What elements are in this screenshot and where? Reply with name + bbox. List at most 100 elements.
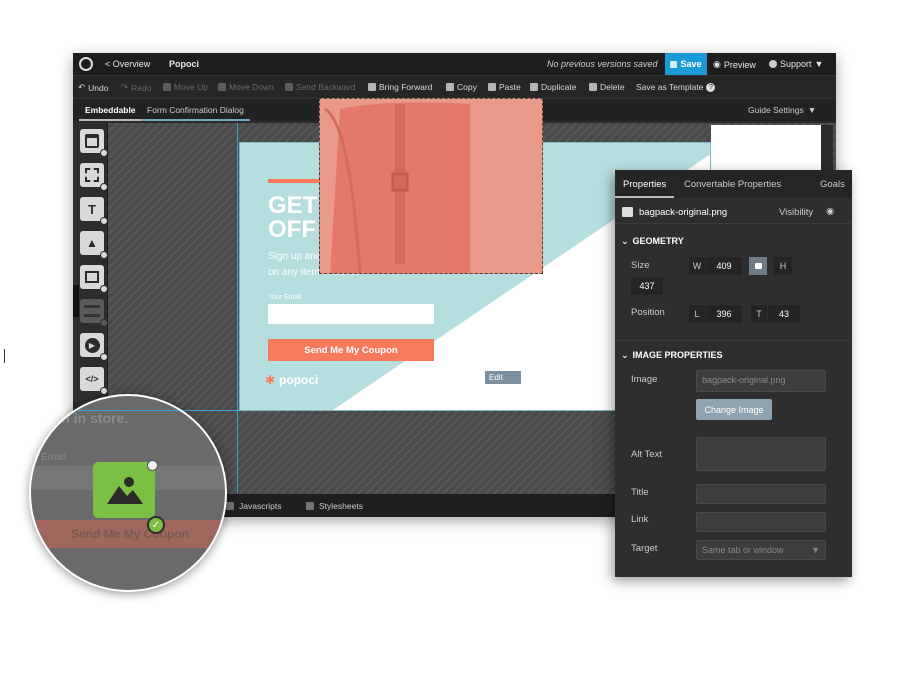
delete-label: Delete	[600, 82, 625, 92]
preview-button[interactable]: ◉ Preview	[713, 59, 756, 70]
change-image-button[interactable]: Change Image	[696, 399, 772, 420]
video-tool[interactable]: ▶	[80, 333, 108, 361]
frame-tool[interactable]	[80, 163, 108, 191]
move-up-icon	[163, 83, 171, 91]
flower-icon: ✱	[265, 373, 276, 387]
paste-button[interactable]: Paste	[488, 82, 521, 92]
title-label: Title	[631, 487, 649, 498]
copy-icon	[446, 83, 454, 91]
move-down-icon	[218, 83, 226, 91]
versions-status: No previous versions saved	[547, 59, 658, 69]
eye-icon[interactable]: ◉	[826, 206, 834, 217]
add-icon	[100, 217, 108, 225]
delete-button[interactable]: Delete	[589, 82, 625, 92]
tab-goals-label: Goals	[820, 179, 845, 190]
image-tool[interactable]: ▲	[80, 231, 108, 259]
visibility-label: Visibility	[779, 207, 814, 218]
text-tool[interactable]: T	[80, 197, 108, 225]
guide-line-vertical	[237, 123, 238, 493]
width-input[interactable]: 409	[706, 257, 742, 275]
coupon-button-label: Send Me My Coupon	[304, 344, 398, 356]
undo-button[interactable]: ↶ Undo	[78, 82, 108, 93]
send-backward-button[interactable]: Send Backward	[285, 82, 356, 92]
caret-down-icon: ▼	[814, 59, 824, 69]
support-button[interactable]: Support ▼	[769, 59, 823, 69]
eye-icon: ◉	[713, 59, 721, 69]
tab-properties[interactable]: Properties	[615, 170, 675, 198]
caret-down-icon: ▼	[807, 105, 817, 115]
help-icon: ?	[706, 82, 716, 92]
email-label: Your Email	[268, 294, 302, 301]
redo-label: Redo	[131, 82, 152, 93]
code-icon: </>	[85, 374, 99, 384]
tab-goals[interactable]: Goals	[820, 179, 845, 190]
selected-image-element[interactable]	[319, 98, 543, 274]
geometry-title: GEOMETRY	[632, 236, 684, 246]
image-file-icon	[622, 207, 633, 217]
move-down-button[interactable]: Move Down	[218, 82, 274, 92]
bring-forward-button[interactable]: Bring Forward	[368, 82, 432, 92]
tab-embeddable[interactable]: Embeddable	[79, 99, 142, 121]
caret-down-icon: ▼	[811, 545, 820, 555]
paste-icon	[488, 83, 496, 91]
redo-button[interactable]: ↷ Redo	[121, 82, 151, 93]
target-value: Same tab or window	[702, 545, 784, 555]
add-icon	[100, 285, 108, 293]
magnified-guide-line	[31, 410, 225, 411]
add-icon	[100, 353, 108, 361]
tab-convertable-properties[interactable]: Convertable Properties	[684, 179, 781, 190]
target-label: Target	[631, 543, 658, 554]
css-icon	[306, 502, 314, 510]
save-template-button[interactable]: Save as Template?	[636, 82, 716, 92]
box-icon	[85, 134, 99, 148]
form-tool[interactable]	[80, 299, 108, 327]
alt-text-field[interactable]	[696, 437, 826, 471]
tab-form-confirmation[interactable]: Form Confirmation Dialog	[141, 99, 250, 121]
change-image-label: Change Image	[704, 404, 764, 415]
aspect-lock-button[interactable]	[749, 257, 767, 275]
box-tool[interactable]	[80, 129, 108, 157]
save-button[interactable]: Save	[665, 53, 707, 75]
link-label: Link	[631, 514, 649, 525]
magnified-email-label: Email	[41, 452, 67, 463]
duplicate-button[interactable]: Duplicate	[530, 82, 576, 92]
checkmark-badge-icon: ✓	[147, 516, 165, 534]
move-up-button[interactable]: Move Up	[163, 82, 208, 92]
link-field[interactable]	[696, 512, 826, 532]
resize-tool[interactable]	[80, 265, 108, 293]
bring-forward-label: Bring Forward	[379, 82, 433, 92]
brand-name: popoci	[279, 373, 319, 387]
width-key: W	[689, 257, 705, 275]
add-icon	[100, 387, 108, 395]
image-properties-section-header[interactable]: ⌄ IMAGE PROPERTIES	[621, 350, 723, 361]
frame-icon	[85, 168, 99, 182]
image-icon: ▲	[86, 236, 98, 250]
sidebar-collapse-handle[interactable]	[73, 285, 79, 317]
overview-link[interactable]: < Overview	[105, 59, 150, 69]
support-label: Support	[780, 59, 812, 69]
title-field[interactable]	[696, 484, 826, 504]
code-tool[interactable]: </>	[80, 367, 108, 395]
stylesheets-label: Stylesheets	[319, 501, 363, 511]
file-row: bagpack-original.png Visibility ◉	[615, 202, 852, 224]
copy-button[interactable]: Copy	[446, 82, 477, 92]
image-path-field[interactable]: bagpack-original.png	[696, 370, 826, 392]
edit-button[interactable]: Edit	[485, 371, 521, 384]
stylesheets-button[interactable]: Stylesheets	[306, 501, 363, 511]
email-input[interactable]	[268, 304, 434, 324]
magnified-cta-label: Send Me My Coupon	[71, 527, 189, 541]
geometry-section-header[interactable]: ⌄ GEOMETRY	[621, 236, 684, 247]
javascripts-button[interactable]: Javascripts	[226, 501, 282, 511]
magnifier-overlay: item in store. Email Send Me My Coupon ✓	[29, 394, 227, 592]
left-input[interactable]: 396	[706, 305, 742, 323]
app-logo-icon[interactable]	[79, 57, 93, 71]
paste-label: Paste	[499, 82, 521, 92]
properties-panel: Properties Convertable Properties Goals …	[615, 170, 852, 577]
target-select[interactable]: Same tab or window ▼	[696, 540, 826, 560]
guide-settings-button[interactable]: Guide Settings ▼	[748, 105, 816, 115]
undo-label: Undo	[88, 82, 109, 93]
coupon-button[interactable]: Send Me My Coupon	[268, 339, 434, 361]
top-input[interactable]: 43	[768, 305, 800, 323]
height-input[interactable]: 437	[631, 277, 663, 295]
magnified-background-text: item in store.	[41, 410, 129, 426]
